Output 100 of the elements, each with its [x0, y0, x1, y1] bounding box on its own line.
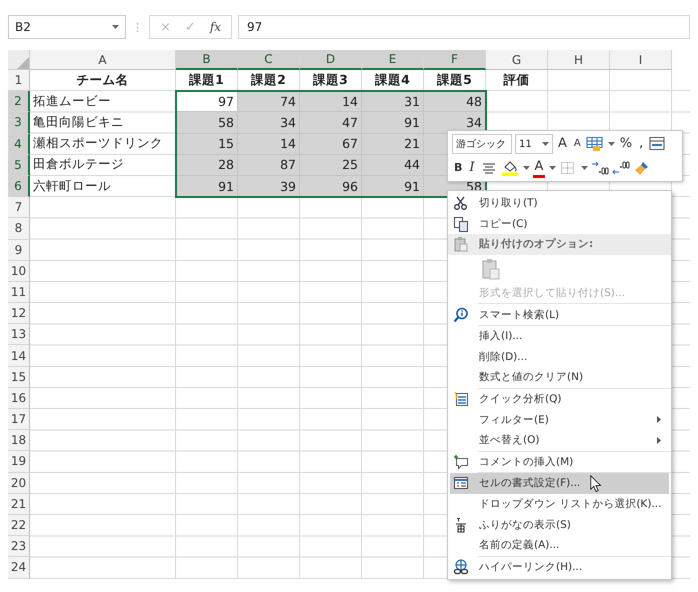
table-cell: 25: [300, 154, 362, 176]
formula-field[interactable]: 97: [238, 15, 690, 39]
table-cell-text: 田倉ボルテージ: [32, 155, 125, 174]
row-header[interactable]: 5: [8, 154, 30, 176]
row-header[interactable]: 21: [8, 494, 30, 515]
menu-item[interactable]: 削除(D)...: [448, 346, 672, 368]
row-header[interactable]: 1: [8, 70, 30, 92]
row-header[interactable]: 11: [8, 282, 30, 304]
copy-icon: [453, 216, 469, 232]
hyperlink-icon: [453, 558, 469, 575]
column-header[interactable]: B: [176, 50, 238, 70]
format-button[interactable]: A: [532, 158, 546, 178]
format-button[interactable]: A: [572, 136, 583, 152]
quick-analysis-icon: [453, 391, 469, 408]
menu-item[interactable]: ドロップダウン リストから選択(K)...: [448, 494, 672, 514]
table-cell-text: 評価: [502, 70, 530, 89]
row-header[interactable]: 4: [8, 134, 30, 155]
caret-icon[interactable]: [542, 142, 549, 146]
menu-item[interactable]: 挿入(I)...: [448, 326, 672, 347]
table-cell-text: 亀田向陽ビキニ: [32, 112, 125, 131]
column-header[interactable]: C: [238, 50, 300, 70]
menu-section-label: 貼り付けのオプション:: [479, 237, 594, 252]
menu-item[interactable]: クイック分析(Q): [448, 388, 672, 410]
table-cell: 14: [238, 134, 300, 155]
row-header[interactable]: 14: [8, 345, 30, 367]
format-button[interactable]: %: [618, 136, 634, 152]
row-header[interactable]: 6: [8, 176, 30, 198]
column-header[interactable]: H: [548, 50, 610, 70]
table-cell: 31: [362, 91, 424, 112]
dropdown-caret-icon[interactable]: [549, 166, 556, 170]
row-header[interactable]: 22: [8, 514, 30, 536]
table-cell: 21: [362, 134, 424, 155]
menu-item[interactable]: フィルター(E): [448, 409, 672, 430]
menu-item[interactable]: 数式と値のクリア(N): [448, 367, 672, 388]
table-cell: 15: [176, 134, 238, 155]
row-header[interactable]: 10: [8, 260, 30, 282]
row-header[interactable]: 2: [8, 91, 30, 112]
menu-item[interactable]: 並べ替え(O): [448, 430, 672, 451]
table-format-icon[interactable]: [586, 136, 604, 152]
table-cell: 74: [238, 91, 300, 112]
name-box[interactable]: B2: [8, 15, 126, 39]
row-header[interactable]: 18: [8, 430, 30, 452]
column-header[interactable]: D: [300, 50, 362, 70]
furigana-icon: [453, 516, 469, 533]
table-cell-text: チーム名: [76, 70, 130, 89]
row-header[interactable]: 7: [8, 197, 30, 218]
caret-icon[interactable]: [112, 25, 119, 29]
accounting-format-icon[interactable]: [648, 136, 666, 152]
format-button[interactable]: B: [452, 160, 464, 176]
table-cell: 67: [300, 134, 362, 155]
menu-item[interactable]: セルの書式設定(F)...: [450, 473, 670, 494]
table-cell-text: 課題4: [374, 70, 411, 89]
table-cell-text: 六軒町ロール: [32, 176, 112, 195]
table-cell: 91: [362, 112, 424, 134]
row-header[interactable]: 19: [8, 451, 30, 473]
font-name-field[interactable]: 游ゴシック: [452, 134, 512, 154]
menu-item[interactable]: コピー(C): [448, 214, 672, 234]
column-header[interactable]: G: [486, 50, 548, 70]
table-cell: 44: [362, 154, 424, 176]
search-icon: [453, 306, 469, 323]
corner-triangle-icon: [17, 57, 29, 69]
insert-function-button[interactable]: fx: [210, 20, 222, 34]
row-header[interactable]: 20: [8, 472, 30, 494]
table-cell-text: 瀬相スポーツドリンク: [32, 134, 164, 152]
column-header[interactable]: F: [424, 50, 486, 70]
column-header[interactable]: E: [362, 50, 424, 70]
format-button[interactable]: A: [556, 136, 569, 152]
dropdown-caret-icon[interactable]: [608, 142, 615, 146]
table-cell: 47: [300, 112, 362, 134]
table-cell-text: 課題2: [250, 70, 287, 89]
row-header[interactable]: 8: [8, 218, 30, 240]
table-cell: 58: [176, 112, 238, 134]
increase-decimal-icon[interactable]: [591, 160, 610, 176]
font-size-field[interactable]: 11: [515, 134, 553, 154]
format-cells-icon: [453, 475, 469, 492]
fill-color-icon[interactable]: [500, 160, 519, 176]
column-header[interactable]: A: [30, 50, 176, 70]
row-header[interactable]: 15: [8, 366, 30, 388]
menu-item[interactable]: 名前の定義(A)...: [448, 534, 672, 556]
dropdown-caret-icon[interactable]: [522, 166, 530, 170]
format-button[interactable]: ,: [637, 136, 646, 152]
row-header[interactable]: 9: [8, 240, 30, 261]
decrease-decimal-icon[interactable]: [612, 160, 630, 176]
format-button[interactable]: I: [467, 160, 477, 176]
row-header[interactable]: 23: [8, 536, 30, 558]
menu-item[interactable]: スマート検索(L): [448, 304, 672, 325]
menu-item[interactable]: コメントの挿入(M): [448, 452, 672, 472]
row-header[interactable]: 3: [8, 112, 30, 134]
dropdown-caret-icon[interactable]: [581, 166, 588, 170]
row-header[interactable]: 13: [8, 324, 30, 346]
table-cell-text: 課題5: [436, 70, 473, 89]
row-header[interactable]: 16: [8, 388, 30, 409]
row-header[interactable]: 24: [8, 557, 30, 578]
row-header[interactable]: 17: [8, 409, 30, 430]
column-header[interactable]: I: [610, 50, 672, 70]
menu-item[interactable]: ふりがなの表示(S): [448, 514, 672, 535]
table-cell: 48: [424, 91, 486, 112]
table-cell: 39: [238, 176, 300, 198]
row-header[interactable]: 12: [8, 303, 30, 324]
menu-item[interactable]: ハイパーリンク(H)...: [448, 556, 672, 578]
